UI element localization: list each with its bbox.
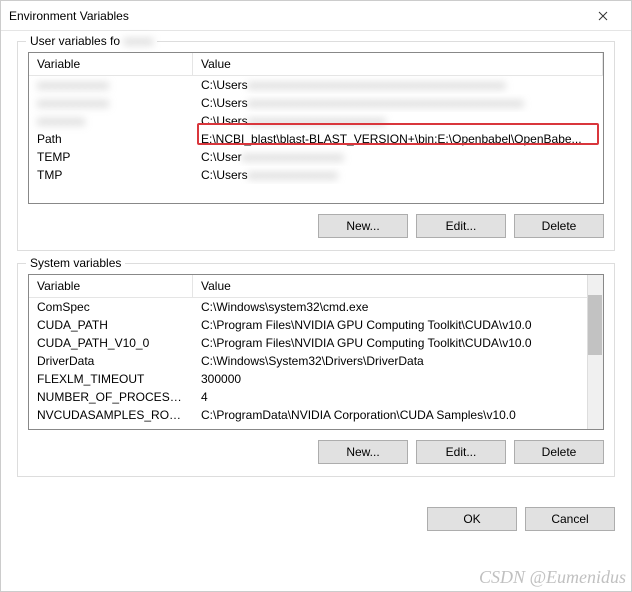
user-new-button[interactable]: New... [318,214,408,238]
table-row[interactable]: CUDA_PATHC:\Program Files\NVIDIA GPU Com… [29,316,603,334]
table-row[interactable]: FLEXLM_TIMEOUT300000 [29,370,603,388]
table-row[interactable]: TEMPC:\Userxxxxxxxxxxxxxxxxx [29,148,603,166]
system-new-button[interactable]: New... [318,440,408,464]
table-row[interactable]: ComSpecC:\Windows\system32\cmd.exe [29,298,603,316]
col-value[interactable]: Value [193,275,603,297]
scrollbar[interactable] [587,275,603,429]
table-row[interactable]: NUMBER_OF_PROCESSORS4 [29,388,603,406]
col-variable[interactable]: Variable [29,53,193,75]
col-value[interactable]: Value [193,53,603,75]
table-row[interactable]: DriverDataC:\Windows\System32\Drivers\Dr… [29,352,603,370]
system-delete-button[interactable]: Delete [514,440,604,464]
user-vars-table[interactable]: Variable Value xxxxxxxxxxxxC:\Usersxxxxx… [28,52,604,204]
cancel-button[interactable]: Cancel [525,507,615,531]
scroll-thumb[interactable] [588,295,602,355]
system-vars-legend: System variables [26,256,125,270]
close-button[interactable] [583,1,623,31]
table-header: Variable Value [29,275,603,298]
table-row[interactable]: xxxxxxxxC:\Usersxxxxxxxxxxxxxxxxxxxxxxx [29,112,603,130]
table-row[interactable]: xxxxxxxxxxxxC:\Usersxxxxxxxxxxxxxxxxxxxx… [29,94,603,112]
titlebar: Environment Variables [1,1,631,31]
table-row[interactable]: NVCUDASAMPLES_ROOTC:\ProgramData\NVIDIA … [29,406,603,424]
system-vars-table[interactable]: Variable Value ComSpecC:\Windows\system3… [28,274,604,430]
table-row[interactable]: TMPC:\Usersxxxxxxxxxxxxxxx [29,166,603,184]
user-vars-legend: User variables fo xxxxx [26,34,157,48]
system-variables-group: System variables Variable Value ComSpecC… [17,263,615,477]
table-header: Variable Value [29,53,603,76]
window-title: Environment Variables [9,9,583,23]
user-delete-button[interactable]: Delete [514,214,604,238]
path-value: E:\NCBI_blast\blast-BLAST_VERSION+\bin;E… [193,130,603,148]
table-row[interactable]: CUDA_PATH_V10_0C:\Program Files\NVIDIA G… [29,334,603,352]
table-row[interactable]: xxxxxxxxxxxxC:\Usersxxxxxxxxxxxxxxxxxxxx… [29,76,603,94]
table-row[interactable]: PathE:\NCBI_blast\blast-BLAST_VERSION+\b… [29,130,603,148]
path-variable: Path [29,130,193,148]
col-variable[interactable]: Variable [29,275,193,297]
user-edit-button[interactable]: Edit... [416,214,506,238]
system-edit-button[interactable]: Edit... [416,440,506,464]
dialog-footer: OK Cancel [1,499,631,539]
user-variables-group: User variables fo xxxxx Variable Value x… [17,41,615,251]
close-icon [598,11,608,21]
env-vars-dialog: Environment Variables User variables fo … [0,0,632,592]
ok-button[interactable]: OK [427,507,517,531]
